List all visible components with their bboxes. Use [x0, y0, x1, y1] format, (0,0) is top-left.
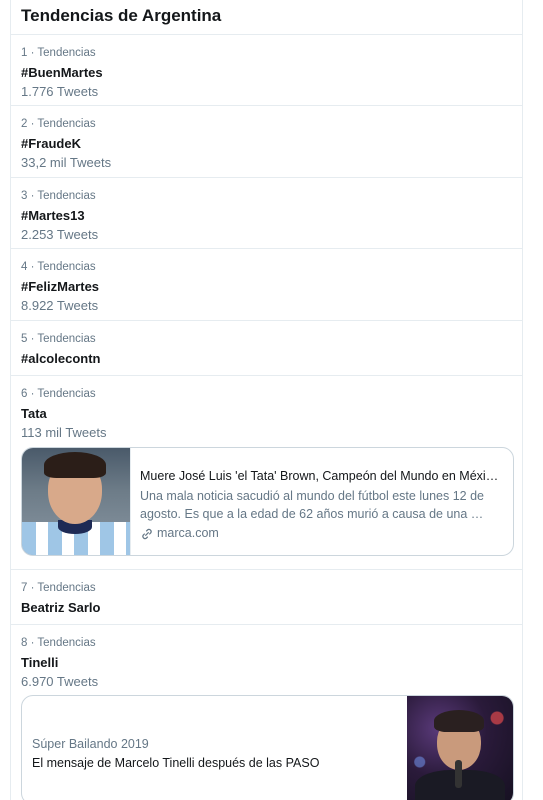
show-title: El mensaje de Marcelo Tinelli después de… [32, 756, 320, 770]
trend-name: Tata [21, 406, 47, 421]
trend-count: 8.922 Tweets [21, 298, 99, 313]
trends-panel: Tendencias de Argentina 1 · Tendencias #… [10, 0, 523, 800]
show-thumbnail [407, 696, 513, 800]
news-description: Una mala noticia sacudió al mundo del fú… [140, 489, 484, 521]
news-headline: Muere José Luis 'el Tata' Brown, Campeón… [140, 469, 499, 483]
news-card[interactable]: Muere José Luis 'el Tata' Brown, Campeón… [21, 447, 514, 556]
trend-count: 6.970 Tweets [21, 674, 99, 689]
trend-meta: 3 · Tendencias [21, 190, 96, 202]
show-category: Súper Bailando 2019 [32, 737, 149, 751]
show-card[interactable]: Súper Bailando 2019 El mensaje de Marcel… [21, 695, 514, 800]
trend-item-4[interactable]: 4 · Tendencias #FelizMartes 8.922 Tweets [11, 249, 522, 321]
news-card-body: Muere José Luis 'el Tata' Brown, Campeón… [140, 468, 508, 542]
trend-name: #BuenMartes [21, 65, 103, 80]
trend-meta: 7 · Tendencias [21, 582, 96, 594]
trend-count: 33,2 mil Tweets [21, 155, 112, 170]
trend-item-2[interactable]: 2 · Tendencias #FraudeK 33,2 mil Tweets [11, 106, 522, 178]
trend-meta: 6 · Tendencias [21, 388, 96, 400]
trend-item-1[interactable]: 1 · Tendencias #BuenMartes 1.776 Tweets [11, 35, 522, 106]
trend-name: Beatriz Sarlo [21, 600, 101, 615]
trend-count: 2.253 Tweets [21, 227, 99, 242]
trend-meta: 5 · Tendencias [21, 333, 96, 345]
trend-meta: 4 · Tendencias [21, 261, 96, 273]
trend-meta: 2 · Tendencias [21, 118, 96, 130]
panel-title: Tendencias de Argentina [11, 0, 522, 35]
trend-count: 113 mil Tweets [21, 425, 107, 440]
trend-item-5[interactable]: 5 · Tendencias #alcolecontn [11, 321, 522, 376]
link-icon [142, 528, 152, 539]
hair-shape [434, 710, 484, 732]
news-source: marca.com [140, 525, 508, 542]
trend-name: #FraudeK [21, 136, 81, 151]
microphone-icon [455, 760, 462, 788]
news-source-domain: marca.com [157, 526, 219, 540]
show-card-body: Súper Bailando 2019 El mensaje de Marcel… [32, 736, 402, 771]
trend-name: #Martes13 [21, 208, 85, 223]
news-thumbnail [22, 448, 131, 555]
trend-item-3[interactable]: 3 · Tendencias #Martes13 2.253 Tweets [11, 178, 522, 249]
trend-name: #FelizMartes [21, 279, 100, 294]
trend-item-7[interactable]: 7 · Tendencias Beatriz Sarlo [11, 570, 522, 625]
trend-name: Tinelli [21, 655, 59, 670]
trend-count: 1.776 Tweets [21, 84, 99, 99]
trend-meta: 1 · Tendencias [21, 47, 96, 59]
hair-shape [44, 452, 106, 478]
trend-name: #alcolecontn [21, 351, 101, 366]
trend-meta: 8 · Tendencias [21, 637, 96, 649]
